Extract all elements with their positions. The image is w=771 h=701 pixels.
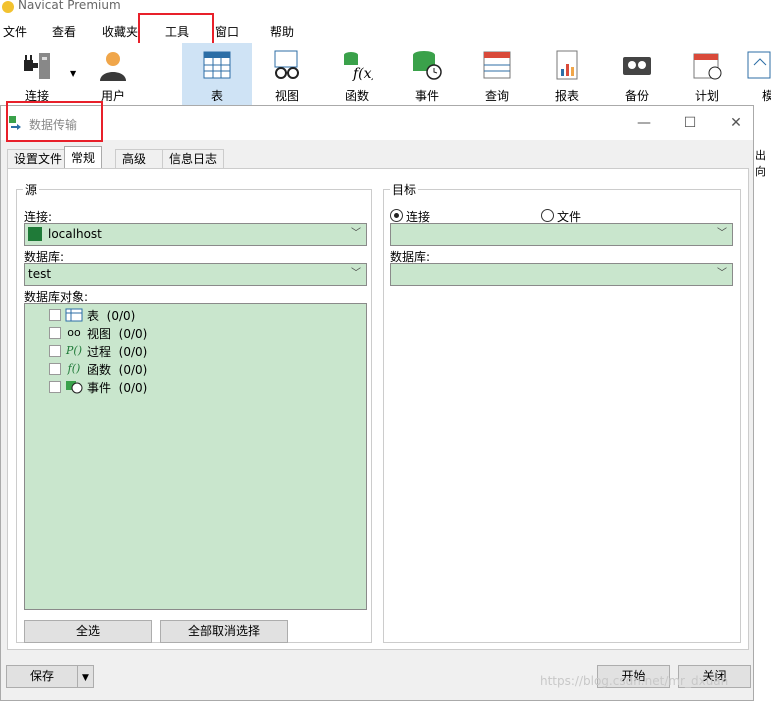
tree-item-functions[interactable]: f() 函数 (0/0) (49, 360, 349, 378)
report-icon (556, 50, 578, 80)
dialog-titlebar: 数据传输 — ☐ ✕ (1, 106, 753, 140)
select-all-button[interactable]: 全选 (24, 620, 152, 643)
menu-view[interactable]: 查看 (52, 23, 76, 40)
query-icon (483, 51, 511, 79)
navicat-logo-icon (2, 1, 14, 13)
toolbar-label: 报表 (554, 89, 579, 103)
toolbar-backup-button[interactable]: 备份 (602, 43, 672, 105)
source-connection-select[interactable]: localhost ﹀ (24, 223, 367, 246)
tree-item-views[interactable]: oo 视图 (0/0) (49, 324, 349, 342)
function-icon: f(x) (344, 52, 373, 81)
tab-advanced[interactable]: 高级 (115, 149, 163, 169)
target-group-title: 目标 (390, 181, 419, 198)
calendar-icon (693, 53, 722, 80)
tree-item-label: 视图 (0/0) (87, 327, 148, 341)
mysql-connection-icon (28, 227, 42, 241)
toolbar-label: 表 (210, 89, 223, 103)
minimize-icon[interactable]: — (634, 114, 654, 132)
glasses-icon (274, 50, 299, 79)
data-transfer-dialog: 数据传输 — ☐ ✕ 设置文件 常规 高级 信息日志 源 连接: localho… (0, 101, 754, 701)
caret-down-icon: ▼ (82, 673, 89, 683)
toolbar-label: 函数 (344, 89, 369, 103)
toolbar-label: 模 (762, 89, 771, 103)
menu-help[interactable]: 帮助 (270, 23, 294, 40)
function-icon: f() (67, 362, 81, 375)
toolbar-label: 备份 (624, 89, 649, 103)
deselect-all-button[interactable]: 全部取消选择 (160, 620, 288, 643)
watermark-text: https://blog.csdn.net/mr_dxuan (540, 674, 729, 688)
menu-window[interactable]: 窗口 (215, 23, 239, 40)
app-titlebar: Navicat Premium (0, 0, 771, 16)
glasses-icon: oo (67, 326, 81, 339)
plug-icon (24, 53, 50, 79)
close-icon[interactable]: ✕ (726, 114, 746, 132)
toolbar-label: 事件 (414, 89, 439, 103)
source-group-title: 源 (23, 181, 40, 198)
chevron-down-icon: ﹀ (351, 268, 361, 279)
target-connection-radio[interactable] (390, 209, 403, 222)
checkbox[interactable] (49, 327, 61, 339)
toolbar-model-button[interactable]: 模 (742, 43, 771, 105)
chevron-down-icon: ﹀ (351, 228, 361, 239)
main-toolbar: ▼ 连接 用户 表 视图 f(x) 函数 事件 (0, 43, 771, 105)
table-icon (65, 308, 83, 322)
dropdown-arrow-icon[interactable]: ▼ (70, 69, 76, 78)
background-window (754, 105, 771, 701)
procedure-icon: P() (66, 344, 82, 357)
toolbar-user-button[interactable]: 用户 (78, 43, 148, 105)
event-icon (66, 381, 83, 394)
tab-message-log[interactable]: 信息日志 (162, 149, 225, 169)
tree-item-label: 过程 (0/0) (87, 345, 148, 359)
event-icon (413, 51, 442, 80)
menu-favorites[interactable]: 收藏夹 (102, 23, 138, 40)
chevron-down-icon: ﹀ (717, 268, 727, 279)
highlight-dialog-title (6, 101, 103, 142)
tree-item-events[interactable]: 事件 (0/0) (49, 378, 349, 396)
toolbar-table-button[interactable]: 表 (182, 43, 252, 105)
checkbox[interactable] (49, 345, 61, 357)
menu-file[interactable]: 文件 (3, 23, 27, 40)
svg-text:f(x): f(x) (352, 66, 373, 81)
database-objects-tree: 表 (0/0) oo 视图 (0/0) P() 过程 (0/0) f() 函数 … (24, 303, 367, 610)
checkbox[interactable] (49, 381, 61, 393)
tree-item-label: 事件 (0/0) (87, 381, 148, 395)
toolbar-schedule-button[interactable]: 计划 (672, 43, 742, 105)
checkbox[interactable] (49, 309, 61, 321)
toolbar-connection-button[interactable]: ▼ 连接 (2, 43, 76, 105)
toolbar-report-button[interactable]: 报表 (532, 43, 602, 105)
toolbar-label: 查询 (484, 89, 509, 103)
user-icon (100, 52, 126, 81)
tab-general[interactable]: 常规 (64, 146, 103, 169)
checkbox[interactable] (49, 363, 61, 375)
tree-item-label: 函数 (0/0) (87, 363, 148, 377)
toolbar-label: 计划 (694, 89, 719, 103)
toolbar-view-button[interactable]: 视图 (252, 43, 322, 105)
table-icon (203, 51, 231, 79)
tree-item-procedures[interactable]: P() 过程 (0/0) (49, 342, 349, 360)
source-database-value: test (28, 267, 52, 281)
tab-profile[interactable]: 设置文件 (7, 149, 70, 169)
maximize-icon[interactable]: ☐ (680, 114, 700, 132)
target-file-radio[interactable] (541, 209, 554, 222)
save-button[interactable]: 保存 (6, 665, 78, 688)
background-text: 出向 (755, 149, 766, 178)
chevron-down-icon: ﹀ (717, 228, 727, 239)
source-database-select[interactable]: test ﹀ (24, 263, 367, 286)
save-dropdown-button[interactable]: ▼ (77, 665, 94, 688)
app-title: Navicat Premium (18, 0, 121, 12)
tree-item-tables[interactable]: 表 (0/0) (49, 306, 349, 324)
toolbar-event-button[interactable]: 事件 (392, 43, 462, 105)
source-connection-value: localhost (48, 227, 102, 241)
target-connection-select[interactable]: ﹀ (390, 223, 733, 246)
target-group: 目标 (383, 181, 741, 643)
backup-icon (623, 57, 651, 75)
tab-panel-general: 源 连接: localhost ﹀ 数据库: test ﹀ 数据库对象: 表 (… (7, 168, 749, 650)
tree-item-label: 表 (0/0) (87, 309, 136, 323)
menu-bar: 文件 查看 收藏夹 工具 窗口 帮助 (0, 16, 771, 43)
toolbar-function-button[interactable]: f(x) 函数 (322, 43, 392, 105)
target-database-select[interactable]: ﹀ (390, 263, 733, 286)
toolbar-label: 视图 (274, 89, 299, 103)
model-icon (747, 51, 771, 79)
toolbar-query-button[interactable]: 查询 (462, 43, 532, 105)
